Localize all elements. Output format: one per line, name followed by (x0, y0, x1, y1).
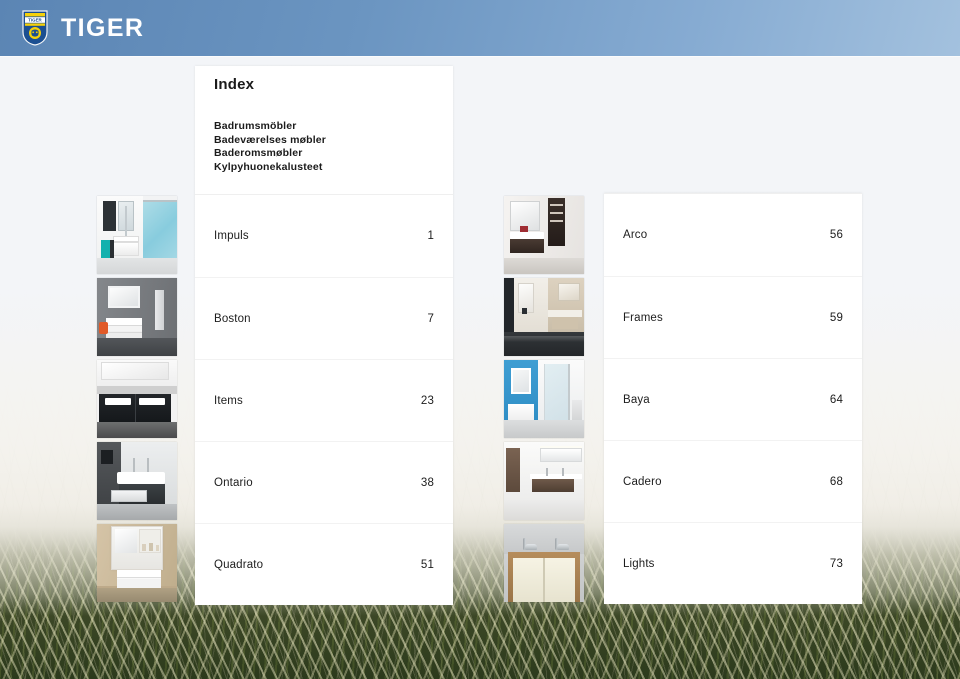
page-title: Index (214, 75, 255, 93)
wall-lamp-right-icon (552, 538, 569, 550)
index-header: Index (195, 66, 453, 102)
index-row-label: Ontario (214, 476, 253, 489)
index-row-lights[interactable]: Lights 73 (604, 522, 862, 604)
quadrato-bathroom-thumbnail[interactable] (97, 524, 177, 602)
language-line-sv: Badrumsmöbler (214, 120, 297, 132)
language-line-no: Baderomsmøbler (214, 147, 303, 159)
left-index-panel: Index Badrumsmöbler Badeværelses møbler … (195, 66, 453, 605)
language-line-da: Badeværelses møbler (214, 133, 326, 146)
index-row-baya[interactable]: Baya 64 (604, 358, 862, 440)
language-list: Badrumsmöbler Badeværelses møbler Badero… (195, 108, 453, 188)
lights-mirror-thumbnail[interactable] (504, 524, 584, 602)
content-area: Index Badrumsmöbler Badeværelses møbler … (0, 0, 960, 679)
index-row-page: 38 (420, 476, 434, 489)
wall-lamp-left-icon (520, 538, 537, 550)
index-row-page: 59 (829, 311, 843, 324)
index-row-page: 56 (829, 229, 843, 241)
baya-bathroom-thumbnail[interactable] (504, 360, 584, 438)
index-row-page: 23 (420, 394, 434, 407)
catalog-index-page: TIGER TIGER Index Badrumsmöbler Badevære… (0, 0, 960, 679)
index-row-page: 73 (829, 557, 843, 570)
index-row-label: Impuls (214, 230, 249, 242)
index-row-impuls[interactable]: Impuls 1 (195, 195, 453, 277)
right-index-rows: Arco 56 Frames 59 Baya 64 Cadero 68 Ligh… (604, 193, 862, 604)
index-row-label: Frames (623, 311, 663, 324)
index-row-page: 68 (829, 475, 843, 488)
index-row-label: Baya (623, 393, 650, 406)
index-row-page: 1 (427, 230, 434, 242)
index-row-ontario[interactable]: Ontario 38 (195, 441, 453, 523)
index-row-quadrato[interactable]: Quadrato 51 (195, 523, 453, 605)
index-row-label: Quadrato (214, 558, 264, 571)
index-row-page: 51 (420, 558, 434, 571)
index-row-label: Cadero (623, 475, 662, 488)
index-row-arco[interactable]: Arco 56 (604, 194, 862, 276)
right-thumbnail-column (504, 196, 584, 606)
index-row-boston[interactable]: Boston 7 (195, 277, 453, 359)
arco-bathroom-thumbnail[interactable] (504, 196, 584, 274)
index-row-label: Items (214, 394, 243, 407)
frames-bathroom-thumbnail[interactable] (504, 278, 584, 356)
ontario-bathroom-thumbnail[interactable] (97, 442, 177, 520)
index-row-page: 7 (427, 312, 434, 325)
impuls-bathroom-thumbnail[interactable] (97, 196, 177, 274)
items-bathroom-thumbnail[interactable] (97, 360, 177, 438)
index-row-cadero[interactable]: Cadero 68 (604, 440, 862, 522)
index-row-label: Boston (214, 312, 251, 325)
cadero-bathroom-thumbnail[interactable] (504, 442, 584, 520)
index-row-page: 64 (829, 393, 843, 406)
index-row-items[interactable]: Items 23 (195, 359, 453, 441)
right-index-panel: Arco 56 Frames 59 Baya 64 Cadero 68 Ligh… (604, 193, 862, 604)
index-row-label: Arco (623, 229, 648, 241)
left-index-rows: Impuls 1 Boston 7 Items 23 Ontario 38 Qu… (195, 194, 453, 605)
index-row-frames[interactable]: Frames 59 (604, 276, 862, 358)
left-thumbnail-column (97, 196, 177, 606)
index-row-label: Lights (623, 557, 655, 570)
language-line-fi: Kylpyhuonekalusteet (214, 160, 323, 173)
boston-bathroom-thumbnail[interactable] (97, 278, 177, 356)
